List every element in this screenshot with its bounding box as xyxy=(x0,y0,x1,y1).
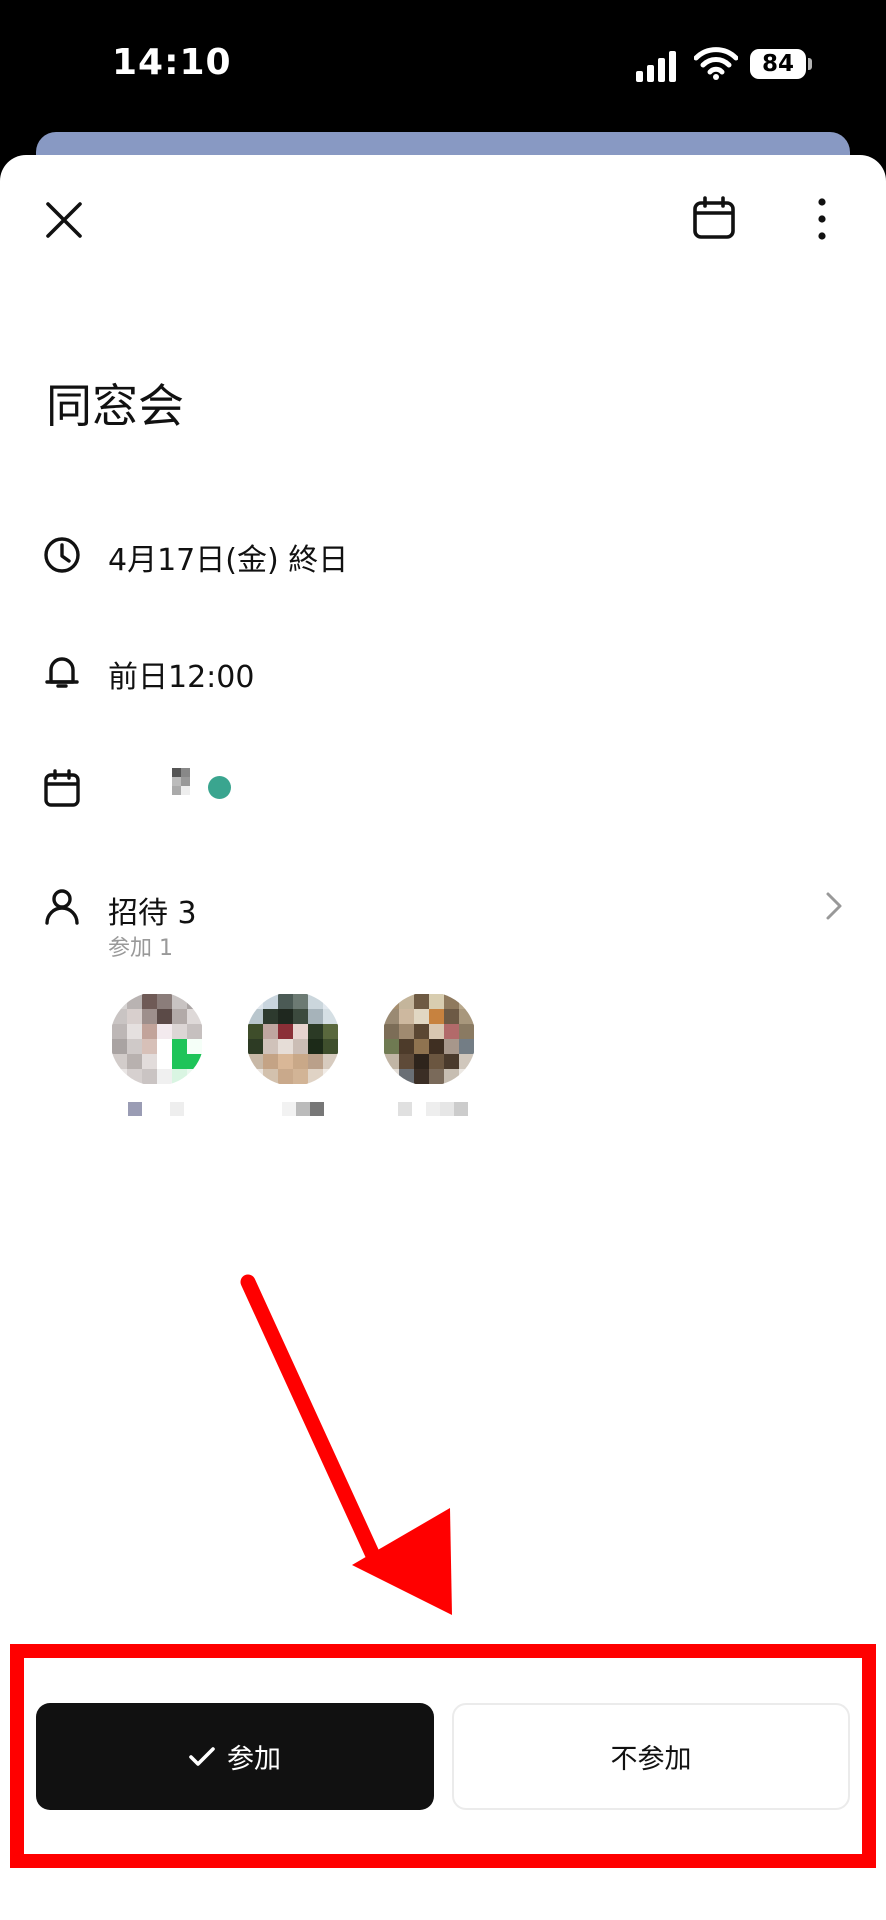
annotation-highlight-box xyxy=(10,1644,876,1868)
annotation-arrow xyxy=(240,1274,452,1615)
